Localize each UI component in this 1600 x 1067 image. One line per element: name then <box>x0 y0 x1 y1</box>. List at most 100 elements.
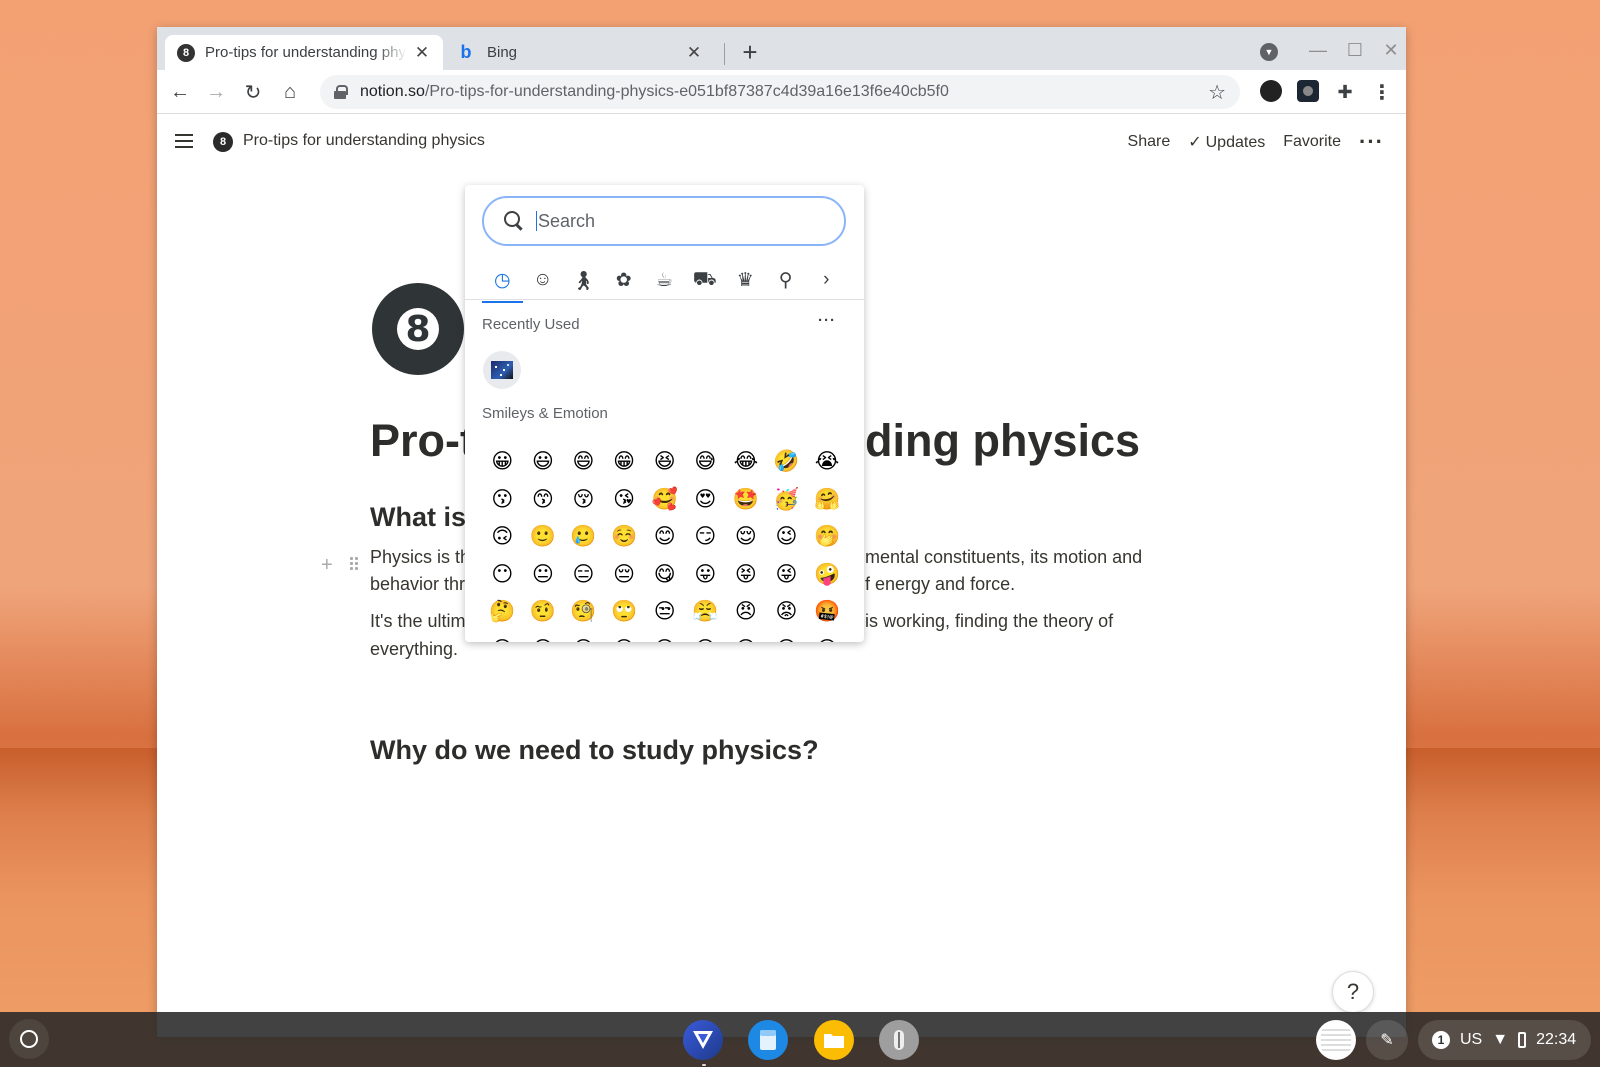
drag-handle-icon[interactable] <box>349 556 359 572</box>
paragraph-1-line2-left[interactable]: behavior thr <box>370 570 465 598</box>
emoji-item[interactable]: 🤬 <box>807 593 848 631</box>
emoji-item[interactable]: 🤨 <box>523 593 564 631</box>
emoji-item[interactable]: 😂 <box>726 443 767 481</box>
emoji-item[interactable]: 😥 <box>807 631 848 642</box>
emoji-item[interactable]: 😒 <box>644 593 685 631</box>
reload-icon[interactable]: ↻ <box>240 79 266 105</box>
emoji-item[interactable]: 😄 <box>563 443 604 481</box>
emoji-item[interactable]: 😘 <box>604 481 645 519</box>
emoji-item[interactable]: 😭 <box>807 443 848 481</box>
paragraph-1-line2-right[interactable]: f energy and force. <box>865 570 1015 598</box>
emoji-item[interactable]: 😠 <box>726 593 767 631</box>
paragraph-2-line1-right[interactable]: is working, finding the theory of <box>865 607 1113 635</box>
trophy-icon[interactable]: ♛ <box>725 261 766 303</box>
add-block-icon[interactable]: + <box>321 554 333 577</box>
emoji-item[interactable]: 😝 <box>726 556 767 594</box>
emoji-item[interactable]: 🥰 <box>644 481 685 519</box>
emoji-item[interactable]: 🥳 <box>766 481 807 519</box>
emoji-item[interactable]: 🤗 <box>807 481 848 519</box>
emoji-item[interactable]: 😁 <box>604 443 645 481</box>
emoji-item[interactable]: 🤔 <box>482 593 523 631</box>
maximize-icon[interactable]: ☐ <box>1343 37 1367 63</box>
app-icon-1[interactable] <box>683 1020 723 1066</box>
page-icon[interactable]: 8 <box>372 283 464 375</box>
emoji-item[interactable]: 😩 <box>726 631 767 642</box>
heading-why-study[interactable]: Why do we need to study physics? <box>370 735 819 766</box>
chevron-right-icon[interactable]: › <box>806 261 847 303</box>
app-icon-4[interactable] <box>879 1020 919 1060</box>
address-bar[interactable]: notion.so/Pro-tips-for-understanding-phy… <box>320 75 1240 109</box>
status-area[interactable]: 1 US ▼ 22:34 <box>1418 1020 1591 1060</box>
travel-icon[interactable]: ⛟ <box>685 261 726 303</box>
emoji-item[interactable]: 😉 <box>766 518 807 556</box>
emoji-search-input[interactable]: Search <box>482 196 846 246</box>
emoji-item[interactable]: 😍 <box>685 481 726 519</box>
emoji-item[interactable]: 🥲 <box>563 518 604 556</box>
emoji-item[interactable]: 😌 <box>726 518 767 556</box>
emoji-item[interactable]: 🙄 <box>604 593 645 631</box>
heading-what-is[interactable]: What is <box>370 502 466 533</box>
new-tab-button[interactable]: + <box>735 37 765 67</box>
forward-icon[interactable]: → <box>203 79 229 105</box>
tab-notion[interactable]: 8 Pro-tips for understanding physics ✕ <box>165 35 443 70</box>
emoji-item[interactable]: 🤣 <box>766 443 807 481</box>
emoji-item[interactable]: 😖 <box>644 631 685 642</box>
emoji-item[interactable]: 😟 <box>523 631 564 642</box>
emoji-item[interactable]: 🙃 <box>482 518 523 556</box>
lightbulb-icon[interactable]: ⚲ <box>766 261 807 303</box>
browser-menu-icon[interactable]: ⋮ <box>1369 79 1395 105</box>
breadcrumb[interactable]: Pro-tips for understanding physics <box>243 132 485 150</box>
emoji-item[interactable]: 😶 <box>482 556 523 594</box>
tab-bing[interactable]: b Bing ✕ <box>445 35 715 70</box>
app-icon-2[interactable] <box>748 1020 788 1060</box>
animal-icon[interactable]: ✿ <box>604 261 645 303</box>
smiley-icon[interactable]: ☺ <box>523 261 564 303</box>
food-icon[interactable]: ☕︎ <box>644 261 685 303</box>
page-title-left[interactable]: Pro-t <box>370 415 475 467</box>
emoji-item[interactable]: 😡 <box>766 593 807 631</box>
emoji-item[interactable]: 🤭 <box>807 518 848 556</box>
emoji-item[interactable]: 🤩 <box>726 481 767 519</box>
paragraph-1-line1-right[interactable]: mental constituents, its motion and <box>865 543 1142 571</box>
emoji-item[interactable]: 😛 <box>685 556 726 594</box>
person-icon[interactable]: 🚶︎ <box>563 261 604 303</box>
emoji-item[interactable]: 😐 <box>523 556 564 594</box>
more-options-icon[interactable]: ··· <box>1359 129 1384 155</box>
stylus-tools-icon[interactable]: ✎ <box>1366 1020 1408 1060</box>
emoji-item[interactable]: 😚 <box>563 481 604 519</box>
emoji-item[interactable]: 🙂 <box>523 518 564 556</box>
emoji-item[interactable]: 😏 <box>685 518 726 556</box>
emoji-item[interactable]: 😔 <box>604 556 645 594</box>
emoji-item[interactable]: 😗 <box>482 481 523 519</box>
extension-icon-1[interactable] <box>1260 80 1282 102</box>
favorite-button[interactable]: Favorite <box>1283 133 1341 151</box>
tab-search-icon[interactable]: ▼ <box>1260 43 1278 61</box>
paragraph-2-line1-left[interactable]: It's the ultim <box>370 607 465 635</box>
back-icon[interactable]: ← <box>167 79 193 105</box>
emoji-item[interactable]: 😋 <box>644 556 685 594</box>
bookmark-star-icon[interactable]: ☆ <box>1208 80 1226 105</box>
emoji-item[interactable]: 🧐 <box>563 593 604 631</box>
close-icon[interactable]: ✕ <box>413 43 431 63</box>
page-title-right[interactable]: ding physics <box>865 415 1140 467</box>
emoji-item[interactable]: 😢 <box>766 631 807 642</box>
extensions-puzzle-icon[interactable]: ✚ <box>1332 79 1358 105</box>
window-close-icon[interactable]: ✕ <box>1379 37 1403 63</box>
emoji-item[interactable]: 😜 <box>766 556 807 594</box>
emoji-item[interactable]: 😅 <box>685 443 726 481</box>
clock-icon[interactable]: ◷ <box>482 261 523 303</box>
updates-button[interactable]: ✓ Updates <box>1188 132 1265 152</box>
recent-emoji-galaxy[interactable] <box>483 351 521 389</box>
emoji-item[interactable]: ☺️ <box>604 518 645 556</box>
lock-icon[interactable] <box>334 85 348 99</box>
emoji-item[interactable]: 🤪 <box>807 556 848 594</box>
emoji-item[interactable]: 😊 <box>644 518 685 556</box>
sidebar-toggle-icon[interactable] <box>175 134 193 148</box>
launcher-icon[interactable] <box>9 1019 49 1059</box>
files-app-icon[interactable] <box>814 1020 854 1060</box>
share-button[interactable]: Share <box>1128 133 1171 151</box>
emoji-item[interactable]: 😃 <box>523 443 564 481</box>
extension-icon-2[interactable] <box>1297 80 1319 102</box>
paragraph-1-line1-left[interactable]: Physics is th <box>370 543 470 571</box>
emoji-item[interactable]: 😑 <box>563 556 604 594</box>
